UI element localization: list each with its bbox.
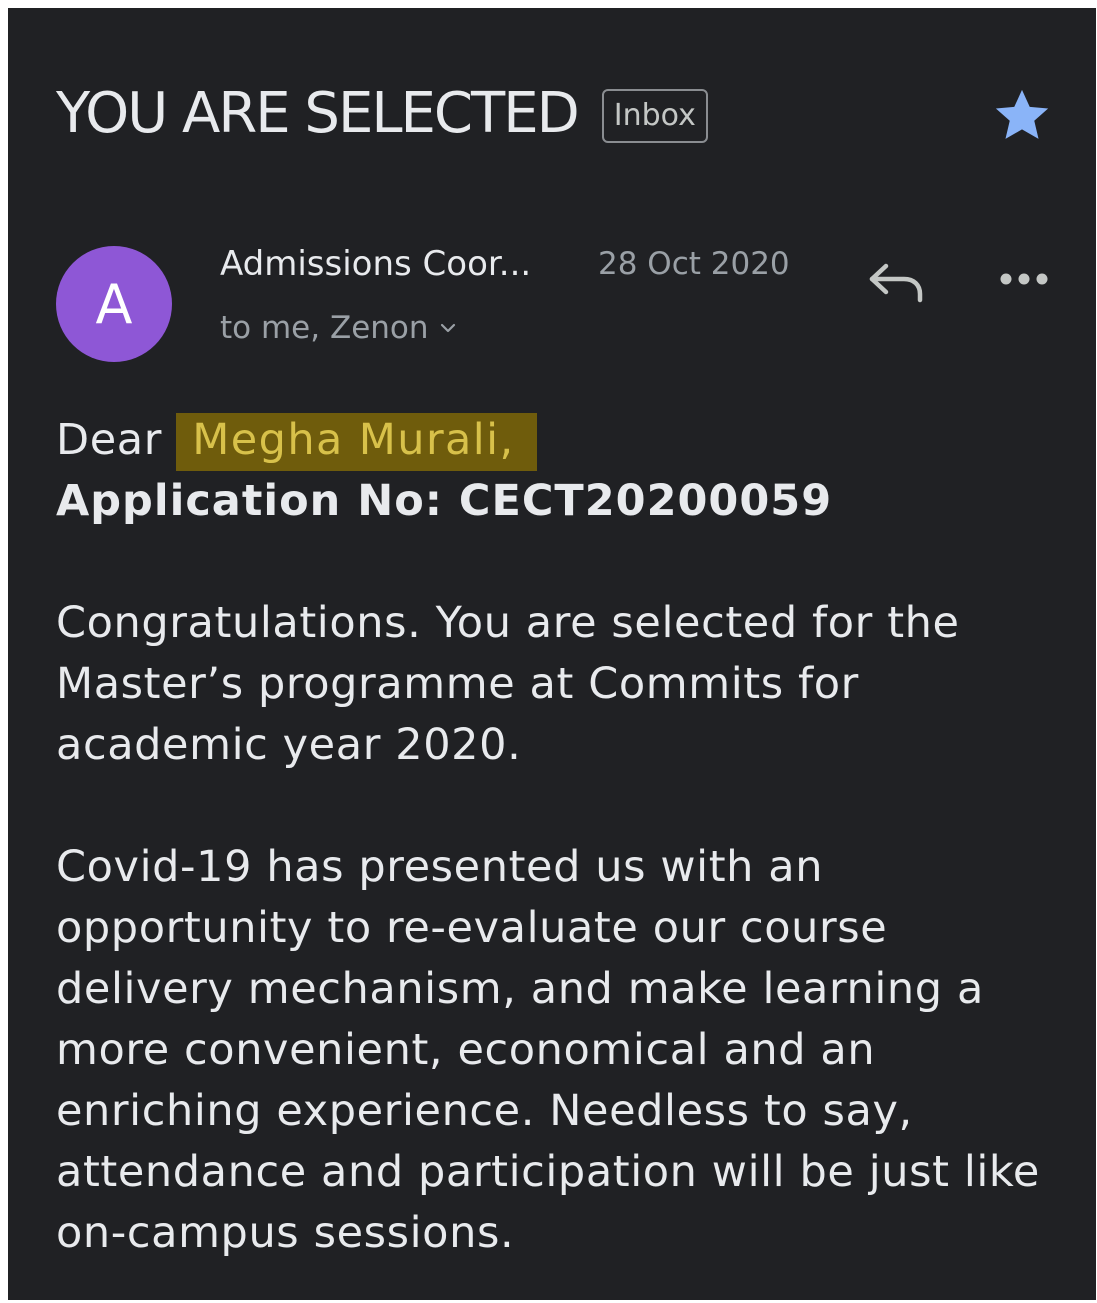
salutation-line: Dear Megha Murali, [56,410,1066,471]
subject-row: YOU ARE SELECTED Inbox [56,78,708,148]
recipients-text: to me, Zenon [220,310,429,346]
body-paragraph-1: Congratulations. You are selected for th… [56,598,960,770]
inbox-label-chip[interactable]: Inbox [601,89,708,143]
star-icon[interactable] [990,84,1054,148]
sender-avatar[interactable]: A [56,246,172,362]
email-view: YOU ARE SELECTED Inbox A Admissions Coor… [8,8,1096,1300]
email-subject: YOU ARE SELECTED [56,80,580,146]
reply-icon[interactable] [864,256,926,306]
chevron-down-icon [440,323,455,333]
recipient-name-highlight: Megha Murali, [176,413,537,471]
sender-name[interactable]: Admissions Coor... [220,244,531,284]
salutation: Dear [56,415,162,465]
recipients-toggle[interactable]: to me, Zenon [220,310,457,346]
email-date: 28 Oct 2020 [598,246,790,282]
email-body: Dear Megha Murali, Application No: CECT2… [56,410,1066,1264]
application-number: Application No: CECT20200059 [56,476,833,526]
body-paragraph-2: Covid-19 has presented us with an opport… [56,842,1040,1258]
more-horizontal-icon[interactable] [994,264,1054,294]
